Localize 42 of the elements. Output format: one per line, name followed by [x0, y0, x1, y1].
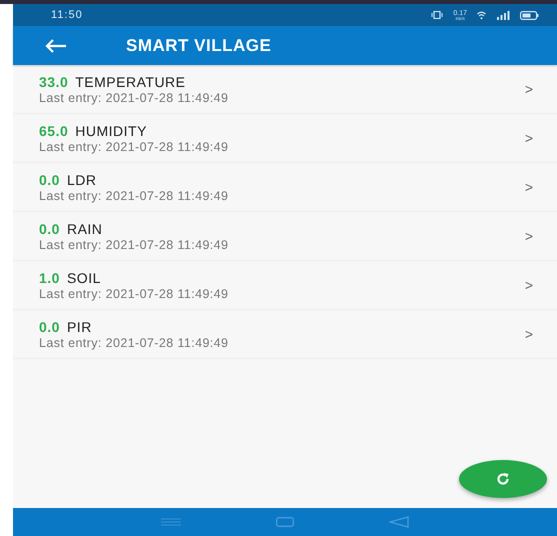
sensor-list-item[interactable]: 0.0 RAIN Last entry: 2021-07-28 11:49:49 > [13, 212, 557, 261]
last-entry-text: Last entry: 2021-07-28 11:49:49 [39, 336, 228, 350]
chevron: > [524, 228, 533, 244]
last-entry-text: Last entry: 2021-07-28 11:49:49 [39, 188, 228, 202]
last-entry-text: Last entry: 2021-07-28 11:49:49 [39, 286, 228, 300]
back-icon[interactable] [389, 516, 410, 528]
last-entry-text: Last entry: 2021-07-28 11:49:49 [39, 238, 228, 252]
sensor-list-item[interactable]: 65.0 HUMIDITY Last entry: 2021-07-28 11:49:49 > [13, 114, 557, 163]
sensor-name: TEMPERATURE [75, 74, 186, 90]
refresh-button[interactable] [459, 460, 547, 498]
signal-icon [496, 10, 510, 20]
home-icon[interactable] [276, 517, 294, 527]
chevron: > [524, 326, 533, 342]
sensor-name: LDR [66, 172, 96, 188]
sensor-name: SOIL [66, 270, 101, 286]
refresh-icon [496, 472, 510, 486]
sensor-list-item[interactable]: 0.0 LDR Last entry: 2021-07-28 11:49:49 > [13, 163, 557, 212]
sensor-value: 0.0 [39, 220, 60, 236]
sensor-name: PIR [66, 318, 92, 334]
last-entry-text: Last entry: 2021-07-28 11:49:49 [39, 140, 228, 154]
sensor-value: 0.0 [39, 318, 60, 334]
chevron: > [524, 179, 533, 195]
sensor-value: 65.0 [39, 122, 68, 138]
sensor-list-item[interactable]: 1.0 SOIL Last entry: 2021-07-28 11:49:49 > [13, 261, 557, 310]
chevron: > [524, 277, 533, 293]
wifi-icon [477, 10, 486, 20]
battery-icon [520, 10, 539, 20]
menu-icon[interactable] [160, 518, 181, 526]
last-entry-text: Last entry: 2021-07-28 11:49:49 [39, 90, 228, 104]
chevron: > [524, 130, 533, 146]
status-time: 11:50 [51, 9, 83, 21]
sensor-name: HUMIDITY [75, 122, 147, 138]
back-arrow-icon[interactable] [44, 38, 68, 54]
sensor-list-item[interactable]: 0.0 PIR Last entry: 2021-07-28 11:49:49 > [13, 310, 557, 359]
app-title: SMART VILLAGE [126, 36, 272, 56]
sensor-value: 0.0 [39, 172, 60, 188]
chevron: > [524, 81, 533, 97]
sensor-name: RAIN [66, 220, 102, 236]
sensor-value: 1.0 [39, 270, 60, 286]
sensor-list-item[interactable]: 33.0 TEMPERATURE Last entry: 2021-07-28 11:49:49 > [13, 65, 557, 114]
sensor-value: 33.0 [39, 74, 68, 90]
vibrate-icon [431, 11, 444, 19]
